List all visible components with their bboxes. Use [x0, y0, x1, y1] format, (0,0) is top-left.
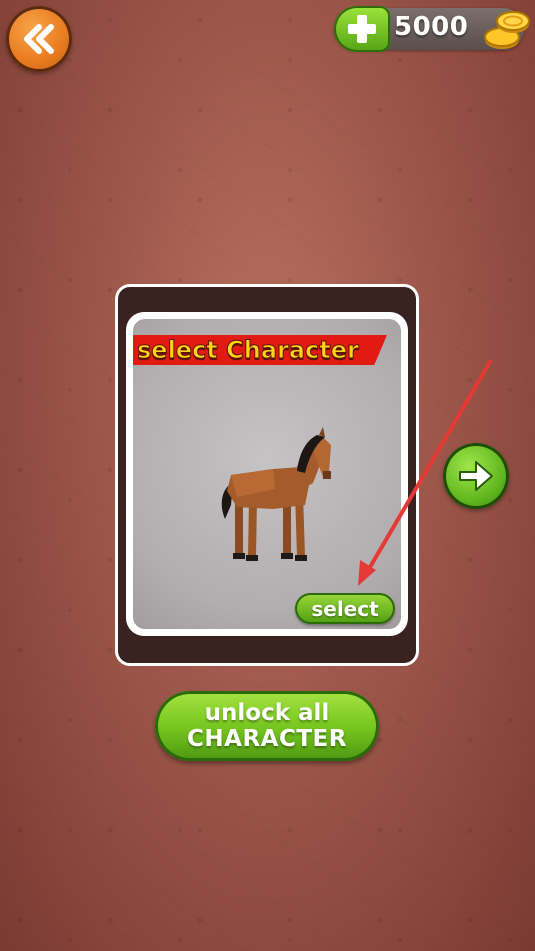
back-button[interactable]: [6, 6, 72, 72]
select-button[interactable]: select: [295, 593, 395, 624]
unlock-all-label-line1: unlock all: [204, 700, 330, 726]
character-preview: select Character select: [133, 319, 401, 629]
panel-title: select Character: [137, 336, 360, 365]
plus-icon: [348, 15, 376, 43]
add-coins-button[interactable]: [334, 6, 390, 52]
gold-coins-icon: [484, 11, 530, 49]
unlock-all-label-line2: CHARACTER: [187, 726, 347, 752]
double-chevron-left-icon: [24, 24, 54, 54]
arrow-right-icon: [459, 461, 493, 491]
unlock-all-character-button[interactable]: unlock all CHARACTER: [155, 691, 379, 761]
horse-character: [221, 427, 331, 561]
coin-amount: 5000: [394, 12, 469, 42]
next-character-button[interactable]: [443, 443, 509, 509]
